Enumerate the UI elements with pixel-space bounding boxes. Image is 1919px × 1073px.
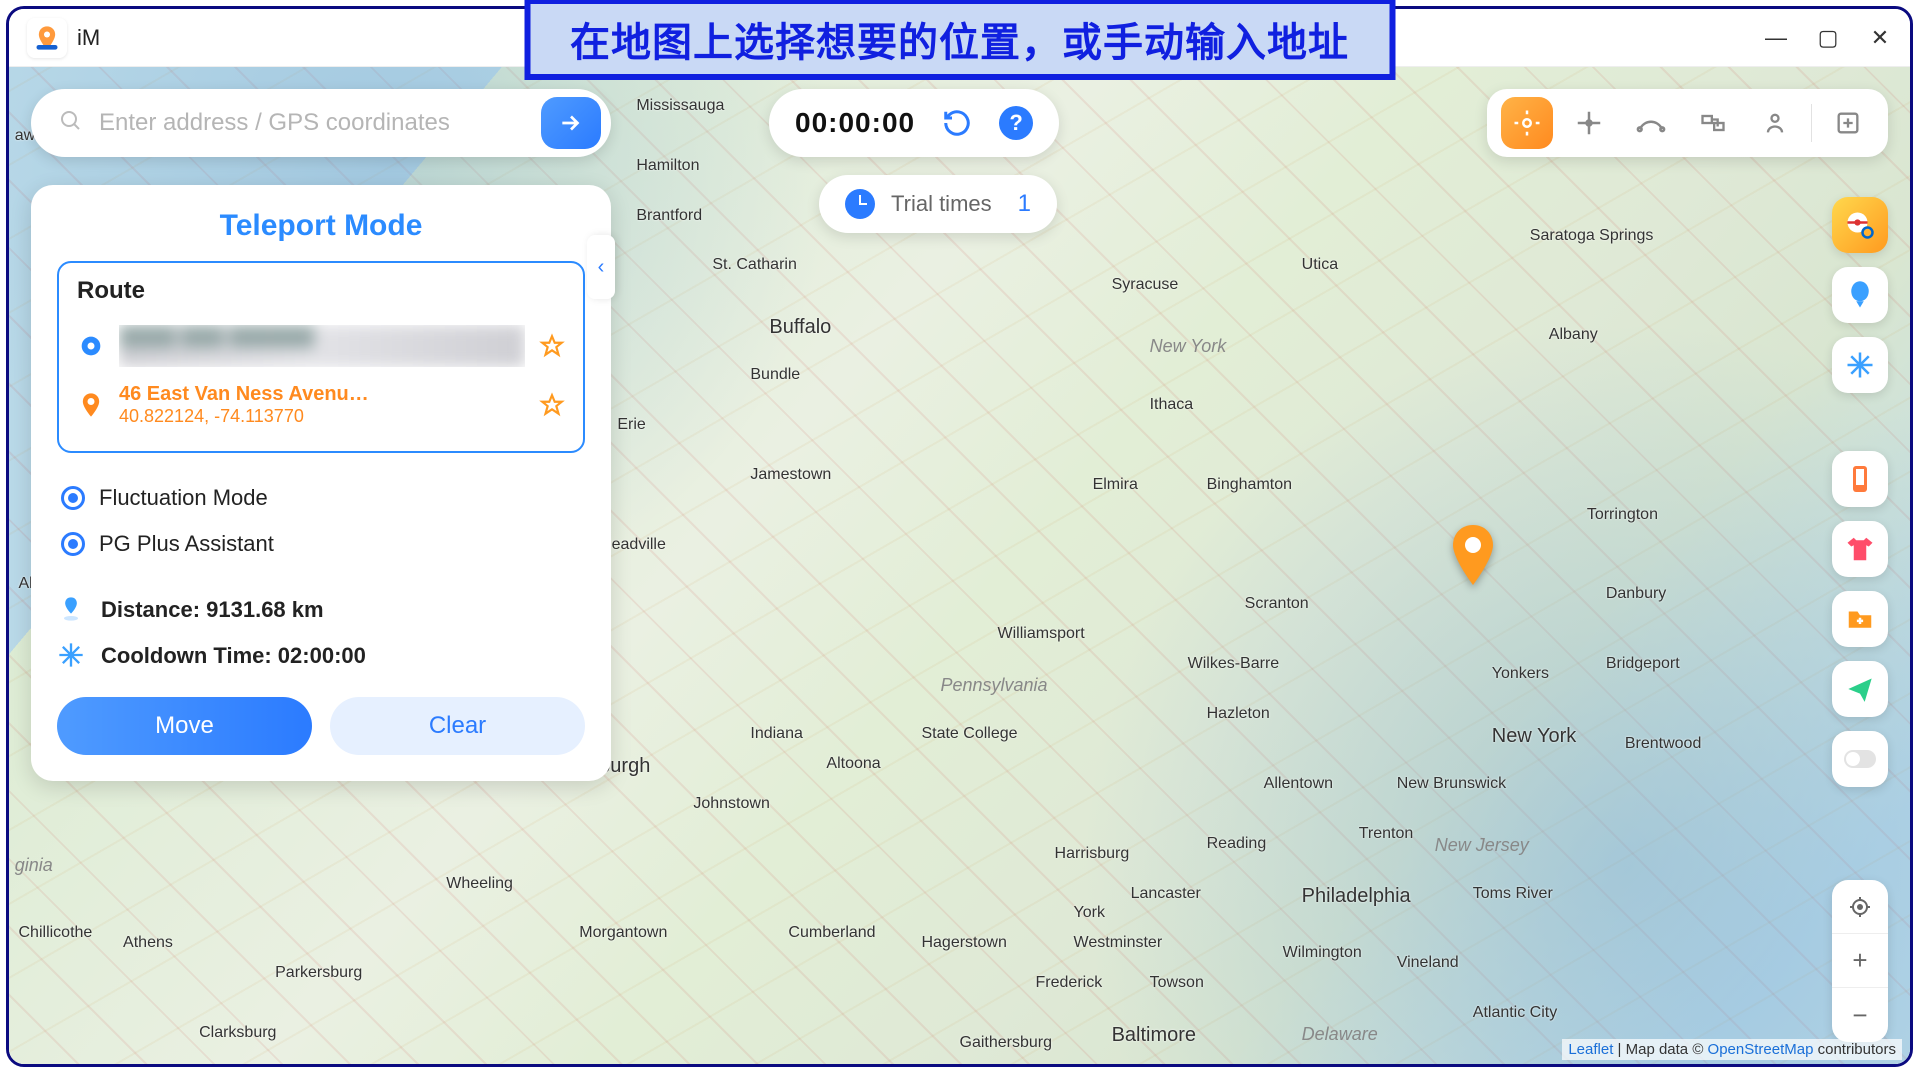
window-buttons: — ▢ ✕ [1764,25,1892,51]
pin-start-icon [77,332,105,360]
close-button[interactable]: ✕ [1868,25,1892,51]
timer-value: 00:00:00 [795,107,915,139]
move-button[interactable]: Move [57,697,312,755]
route-origin-text: ████ ███ ██████ [119,325,525,367]
balloon-icon[interactable] [1832,267,1888,323]
jump-teleport-button[interactable] [1687,97,1739,149]
route-box: Route ████ ███ ██████ 46 East Van Ness A… [57,261,585,453]
pin-end-icon [77,391,105,419]
separator [1811,104,1812,142]
app-title: iM [77,25,100,51]
favorite-star-icon[interactable] [539,333,565,359]
distance-row: Distance: 9131.68 km [57,587,585,633]
search-go-button[interactable] [541,97,601,149]
tshirt-icon[interactable] [1832,521,1888,577]
teleport-mode-button[interactable] [1501,97,1553,149]
right-tool-stack [1832,197,1888,787]
app-logo [27,18,67,58]
options: Fluctuation Mode PG Plus Assistant [57,471,585,571]
distance-icon [57,595,87,625]
leaflet-link[interactable]: Leaflet [1568,1041,1613,1058]
help-button[interactable]: ? [999,106,1033,140]
trial-count: 1 [1018,190,1031,218]
cooldown-text: Cooldown Time: 02:00:00 [101,643,366,669]
option-label: Fluctuation Mode [99,485,268,511]
distance-text: Distance: 9131.68 km [101,597,324,623]
cooldown-row: Cooldown Time: 02:00:00 [57,633,585,679]
folder-add-icon[interactable] [1832,591,1888,647]
pg-plus-option[interactable]: PG Plus Assistant [61,521,581,567]
panel-title: Teleport Mode [57,209,585,243]
route-destination-row[interactable]: 46 East Van Ness Avenu… 40.822124, -74.1… [77,375,565,435]
two-spot-mode-button[interactable] [1563,97,1615,149]
search-bar [31,89,611,157]
map-marker-icon[interactable] [1449,525,1497,585]
search-input[interactable] [99,109,541,137]
app-window: iM — ▢ ✕ Mississauga Hamilton Brantford … [6,6,1913,1067]
multi-spot-mode-button[interactable] [1625,97,1677,149]
destination-address: 46 East Van Ness Avenu… [119,383,525,406]
device-icon[interactable] [1832,451,1888,507]
favorite-star-icon[interactable] [539,392,565,418]
snowflake-icon[interactable] [1832,337,1888,393]
annotation-text: 在地图上选择想要的位置，或手动输入地址 [570,21,1349,65]
joystick-mode-button[interactable] [1749,97,1801,149]
clock-icon [845,189,875,219]
zoom-out-button[interactable]: − [1832,988,1888,1042]
option-label: PG Plus Assistant [99,531,274,557]
paper-plane-icon[interactable] [1832,661,1888,717]
map-attribution: Leaflet | Map data © OpenStreetMap contr… [1562,1039,1902,1060]
mode-toolbar [1487,89,1888,157]
route-origin-row[interactable]: ████ ███ ██████ [77,317,565,375]
search-icon [59,109,83,138]
locate-button[interactable] [1832,880,1888,934]
toggle-icon[interactable] [1832,731,1888,787]
panel-buttons: Move Clear [57,697,585,755]
timer-pill: 00:00:00 ? [769,89,1059,157]
annotation-banner: 在地图上选择想要的位置，或手动输入地址 [524,0,1395,80]
pokemon-icon[interactable] [1832,197,1888,253]
trial-pill: Trial times 1 [819,175,1057,233]
cooldown-icon [57,641,87,671]
stats: Distance: 9131.68 km Cooldown Time: 02:0… [57,587,585,679]
destination-coords: 40.822124, -74.113770 [119,406,525,427]
import-gpx-button[interactable] [1822,97,1874,149]
refresh-button[interactable] [939,105,975,141]
osm-link[interactable]: OpenStreetMap [1708,1041,1814,1058]
zoom-in-button[interactable]: + [1832,934,1888,988]
trial-label: Trial times [891,191,992,217]
map-area[interactable]: Mississauga Hamilton Brantford St. Catha… [9,67,1910,1064]
zoom-controls: + − [1832,880,1888,1042]
teleport-panel: ‹ Teleport Mode Route ████ ███ ██████ 46… [31,185,611,781]
maximize-button[interactable]: ▢ [1816,25,1840,51]
clear-button[interactable]: Clear [330,697,585,755]
minimize-button[interactable]: — [1764,25,1788,51]
route-label: Route [77,277,565,305]
radio-icon [61,532,85,556]
radio-icon [61,486,85,510]
collapse-panel-button[interactable]: ‹ [587,235,615,299]
fluctuation-mode-option[interactable]: Fluctuation Mode [61,475,581,521]
